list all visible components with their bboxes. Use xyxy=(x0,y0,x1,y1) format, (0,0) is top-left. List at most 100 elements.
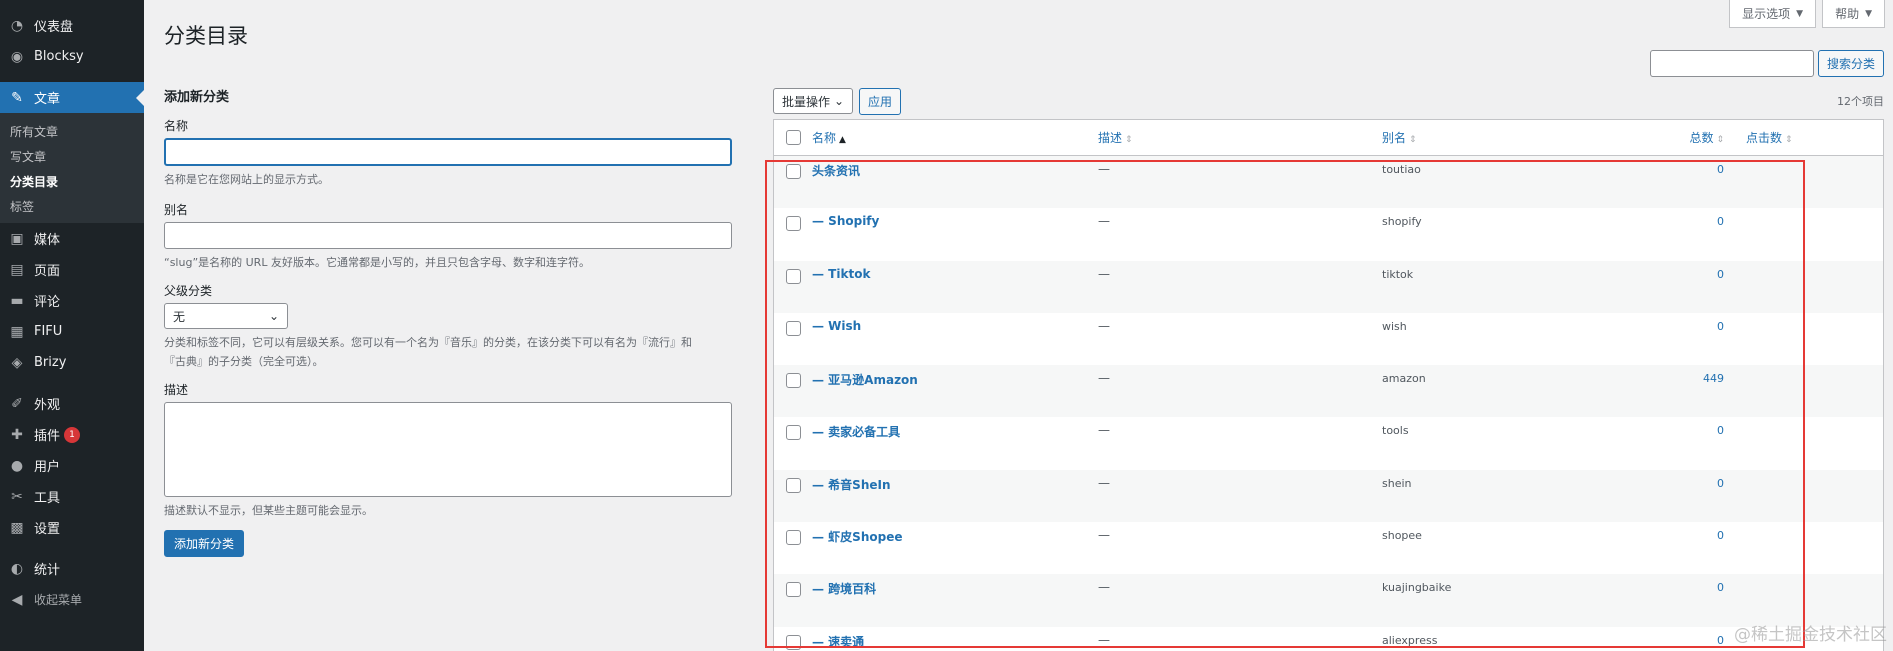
search-input[interactable] xyxy=(1649,50,1814,77)
column-name[interactable]: 名称 ▲ xyxy=(812,129,1098,146)
category-name-link[interactable]: — 亚马逊Amazon xyxy=(812,373,918,387)
sidebar-item-label: 页面 xyxy=(34,264,61,279)
category-name-link[interactable]: — 速卖通 xyxy=(812,635,864,649)
sidebar-item-fifu[interactable]: ▦ FIFU xyxy=(0,316,144,347)
category-count-link[interactable]: 0 xyxy=(1717,424,1724,437)
row-checkbox[interactable] xyxy=(785,530,801,546)
column-clicks-label: 点击数 xyxy=(1746,131,1783,145)
description-help: 描述默认不显示，但某些主题可能会显示。 xyxy=(164,504,373,517)
add-category-button[interactable]: 添加新分类 xyxy=(164,530,245,557)
sidebar-item-comments[interactable]: ▬ 评论 xyxy=(0,285,144,316)
category-description: — xyxy=(1098,580,1110,595)
stats-icon: ◐ xyxy=(10,560,24,577)
category-count-link[interactable]: 0 xyxy=(1717,477,1724,490)
table-row: — 希音SheIn — shein 0 xyxy=(774,469,1883,523)
pin-icon: ✎ xyxy=(11,89,23,106)
category-name-link[interactable]: 头条资讯 xyxy=(812,164,860,178)
sidebar-item-label: 插件 xyxy=(34,429,61,444)
category-slug: tiktok xyxy=(1382,267,1414,281)
slug-input[interactable] xyxy=(164,222,732,249)
apply-button[interactable]: 应用 xyxy=(859,88,902,115)
sidebar-item-stats[interactable]: ◐ 统计 xyxy=(0,553,144,584)
category-name-link[interactable]: — Shopify xyxy=(812,214,879,228)
bulk-action-select[interactable]: 批量操作 ⌄ xyxy=(773,88,853,114)
chevron-down-icon: ⌄ xyxy=(268,309,279,323)
screen-options-button[interactable]: 显示选项 ▼ xyxy=(1729,0,1817,28)
sidebar-item-posts[interactable]: ✎ 文章 xyxy=(0,82,144,113)
sort-icon: ⇕ xyxy=(1409,135,1417,145)
sidebar-item-label: FIFU xyxy=(34,324,63,339)
sidebar-item-pages[interactable]: ▤ 页面 xyxy=(0,254,144,285)
collapse-icon: ◀ xyxy=(11,591,23,608)
submenu-write-post[interactable]: 写文章 xyxy=(0,144,144,169)
row-checkbox[interactable] xyxy=(785,477,801,493)
help-button[interactable]: 帮助 ▼ xyxy=(1822,0,1885,28)
sidebar-item-settings[interactable]: ▩ 设置 xyxy=(0,512,144,543)
category-count-link[interactable]: 449 xyxy=(1703,372,1724,385)
sort-icon: ⇕ xyxy=(1716,135,1724,145)
row-checkbox[interactable] xyxy=(785,582,801,598)
page-title: 分类目录 xyxy=(164,24,248,48)
category-name-link[interactable]: — Wish xyxy=(812,319,861,333)
table-row: — Wish — wish 0 xyxy=(774,313,1883,365)
row-checkbox[interactable] xyxy=(785,164,801,179)
category-count-link[interactable]: 0 xyxy=(1717,634,1724,647)
sidebar-item-blocksy[interactable]: ◉ Blocksy xyxy=(0,41,144,72)
description-textarea[interactable] xyxy=(164,402,732,497)
column-count[interactable]: 总数 ⇕ xyxy=(1660,129,1730,146)
parent-select[interactable]: 无 ⌄ xyxy=(164,303,288,329)
category-count-link[interactable]: 0 xyxy=(1717,581,1724,594)
sidebar-item-appearance[interactable]: ✐ 外观 xyxy=(0,388,144,419)
name-input[interactable] xyxy=(164,138,732,166)
row-checkbox-cell xyxy=(774,633,812,650)
collapse-menu-button[interactable]: ◀ 收起菜单 xyxy=(0,584,144,615)
row-checkbox[interactable] xyxy=(785,425,801,441)
column-slug[interactable]: 别名 ⇕ xyxy=(1382,129,1660,146)
category-count-link[interactable]: 0 xyxy=(1717,215,1724,228)
sidebar-item-media[interactable]: ▣ 媒体 xyxy=(0,223,144,254)
table-body: 头条资讯 — toutiao 0 — Shopify — shopify 0 —… xyxy=(774,156,1883,651)
column-description[interactable]: 描述 ⇕ xyxy=(1098,129,1382,146)
sidebar-item-label: 文章 xyxy=(34,92,61,107)
category-name-link[interactable]: — 跨境百科 xyxy=(812,582,876,596)
category-name-link[interactable]: — 虾皮Shopee xyxy=(812,530,902,544)
table-row: 头条资讯 — toutiao 0 xyxy=(774,156,1883,209)
sidebar-item-label: Brizy xyxy=(34,355,67,370)
category-count-link[interactable]: 0 xyxy=(1717,163,1724,176)
row-checkbox[interactable] xyxy=(785,373,801,389)
sidebar-item-plugins[interactable]: ✚ 插件 1 xyxy=(0,419,144,450)
table-row: — 卖家必备工具 — tools 0 xyxy=(774,417,1883,469)
sidebar-item-dashboard[interactable]: ◔ 仪表盘 xyxy=(0,10,144,41)
category-description: — xyxy=(1098,214,1110,229)
sidebar-item-brizy[interactable]: ◈ Brizy xyxy=(0,347,144,378)
column-clicks[interactable]: 点击数 ⇕ xyxy=(1730,129,1830,146)
category-count-link[interactable]: 0 xyxy=(1717,529,1724,542)
caret-down-icon: ▼ xyxy=(1796,8,1804,19)
select-all-checkbox[interactable] xyxy=(785,130,801,145)
category-slug: shopee xyxy=(1382,529,1422,543)
sort-icon: ⇕ xyxy=(1125,135,1133,145)
row-checkbox[interactable] xyxy=(785,216,801,232)
category-name-link[interactable]: — 卖家必备工具 xyxy=(812,425,900,439)
sidebar-item-label: 统计 xyxy=(34,563,61,578)
row-checkbox[interactable] xyxy=(785,320,801,336)
user-icon: ● xyxy=(10,457,24,474)
row-checkbox[interactable] xyxy=(785,634,801,650)
media-icon: ▣ xyxy=(10,230,24,247)
row-checkbox[interactable] xyxy=(785,268,801,284)
row-checkbox-cell xyxy=(774,371,812,389)
submenu-all-posts[interactable]: 所有文章 xyxy=(0,119,144,144)
parent-help-line-1: 分类和标签不同，它可以有层级关系。您可以有一个名为『音乐』的分类，在该分类下可以… xyxy=(164,336,692,349)
category-description: — xyxy=(1098,528,1110,543)
category-count-link[interactable]: 0 xyxy=(1717,320,1724,333)
category-name-link[interactable]: — Tiktok xyxy=(812,267,870,281)
submenu-tags[interactable]: 标签 xyxy=(0,194,144,219)
category-count-link[interactable]: 0 xyxy=(1717,268,1724,281)
category-name-link[interactable]: — 希音SheIn xyxy=(812,478,891,492)
sidebar-item-tools[interactable]: ✂ 工具 xyxy=(0,481,144,512)
submenu-categories[interactable]: 分类目录 xyxy=(0,169,144,194)
search-categories-button[interactable]: 搜索分类 xyxy=(1817,50,1884,77)
category-description: — xyxy=(1098,632,1110,647)
page-icon: ▤ xyxy=(10,261,24,278)
sidebar-item-users[interactable]: ● 用户 xyxy=(0,450,144,481)
